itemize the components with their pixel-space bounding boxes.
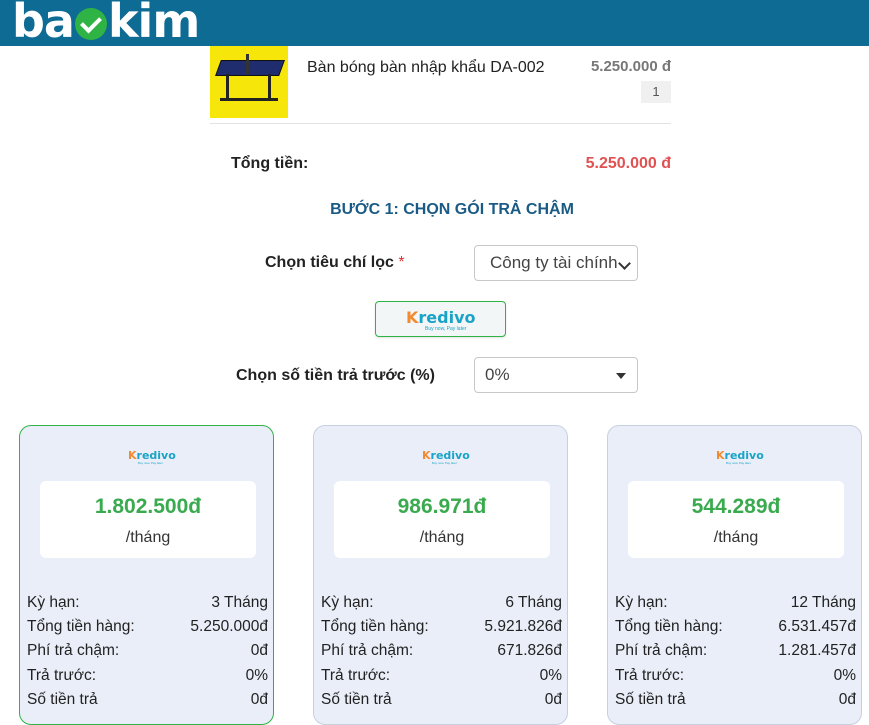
kredivo-tagline: Buy now, Pay later — [726, 461, 751, 465]
per-month-label: /tháng — [125, 529, 171, 546]
monthly-amount: 986.971đ — [397, 495, 487, 518]
logo-text-left: ba — [12, 0, 75, 48]
plan-detail-row: Phí trả chậm: 1.281.457đ — [615, 642, 856, 659]
total-value: 5.250.000 đ — [585, 155, 671, 172]
plan-card[interactable]: Kredivo Buy now, Pay later 986.971đ /thá… — [313, 425, 568, 725]
downpayment-select-value: 0% — [485, 365, 510, 384]
monthly-amount: 1.802.500đ — [94, 495, 202, 518]
plan-detail-row: Tổng tiền hàng: 5.921.826đ — [321, 618, 562, 635]
plan-detail-row: Phí trả chậm: 0đ — [27, 642, 268, 659]
kredivo-tagline: Buy now, Pay later — [425, 326, 467, 332]
product-name: Bàn bóng bàn nhập khẩu DA-002 — [307, 59, 545, 76]
plan-detail-row: Trả trước: 0% — [615, 667, 856, 684]
plan-card[interactable]: Kredivo Buy now, Pay later 544.289đ /thá… — [607, 425, 862, 725]
downpayment-label: Chọn số tiền trả trước (%) — [236, 367, 435, 384]
baokim-logo[interactable]: ba kim — [12, 0, 200, 48]
chevron-down-icon — [618, 257, 631, 270]
monthly-amount-box: 986.971đ /tháng — [334, 481, 550, 558]
filter-label: Chọn tiêu chí lọc * — [265, 254, 405, 272]
kredivo-provider-button[interactable]: Kredivo Buy now, Pay later — [375, 301, 506, 337]
per-month-label: /tháng — [419, 529, 465, 546]
checkmark-icon — [74, 8, 107, 40]
required-marker: * — [398, 254, 405, 271]
plan-detail-row: Số tiền trả 0đ — [615, 691, 856, 708]
step-title: BƯỚC 1: CHỌN GÓI TRẢ CHẬM — [330, 201, 574, 218]
kredivo-logo: Kredivo — [406, 308, 476, 327]
kredivo-tagline: Buy now, Pay later — [138, 461, 163, 465]
plan-detail-row: Trả trước: 0% — [27, 667, 268, 684]
caret-down-icon — [616, 373, 626, 379]
plan-detail-row: Số tiền trả 0đ — [27, 691, 268, 708]
filter-label-text: Chọn tiêu chí lọc — [265, 254, 394, 271]
logo-text-right: kim — [107, 0, 200, 48]
monthly-amount-box: 1.802.500đ /tháng — [40, 481, 256, 558]
plan-detail-row: Kỳ hạn: 12 Tháng — [615, 594, 856, 611]
product-quantity: 1 — [641, 81, 671, 103]
plan-detail-row: Phí trả chậm: 671.826đ — [321, 642, 562, 659]
total-label: Tổng tiền: — [231, 155, 309, 172]
plan-detail-row: Số tiền trả 0đ — [321, 691, 562, 708]
product-thumbnail — [210, 46, 288, 118]
monthly-amount: 544.289đ — [691, 495, 781, 518]
monthly-amount-box: 544.289đ /tháng — [628, 481, 844, 558]
filter-select[interactable]: Công ty tài chính — [474, 245, 638, 281]
plan-detail-row: Tổng tiền hàng: 5.250.000đ — [27, 618, 268, 635]
plan-detail-row: Kỳ hạn: 3 Tháng — [27, 594, 268, 611]
plan-detail-row: Kỳ hạn: 6 Tháng — [321, 594, 562, 611]
plan-detail-row: Tổng tiền hàng: 6.531.457đ — [615, 618, 856, 635]
top-bar: ba kim — [0, 0, 869, 48]
product-row: Bàn bóng bàn nhập khẩu DA-002 5.250.000 … — [210, 46, 671, 124]
product-price: 5.250.000 đ — [590, 58, 671, 75]
plan-card[interactable]: Kredivo Buy now, Pay later 1.802.500đ /t… — [19, 425, 274, 725]
kredivo-tagline: Buy now, Pay later — [432, 461, 457, 465]
per-month-label: /tháng — [713, 529, 759, 546]
plan-detail-row: Trả trước: 0% — [321, 667, 562, 684]
filter-select-value: Công ty tài chính — [490, 253, 618, 272]
downpayment-select[interactable]: 0% — [474, 357, 638, 393]
